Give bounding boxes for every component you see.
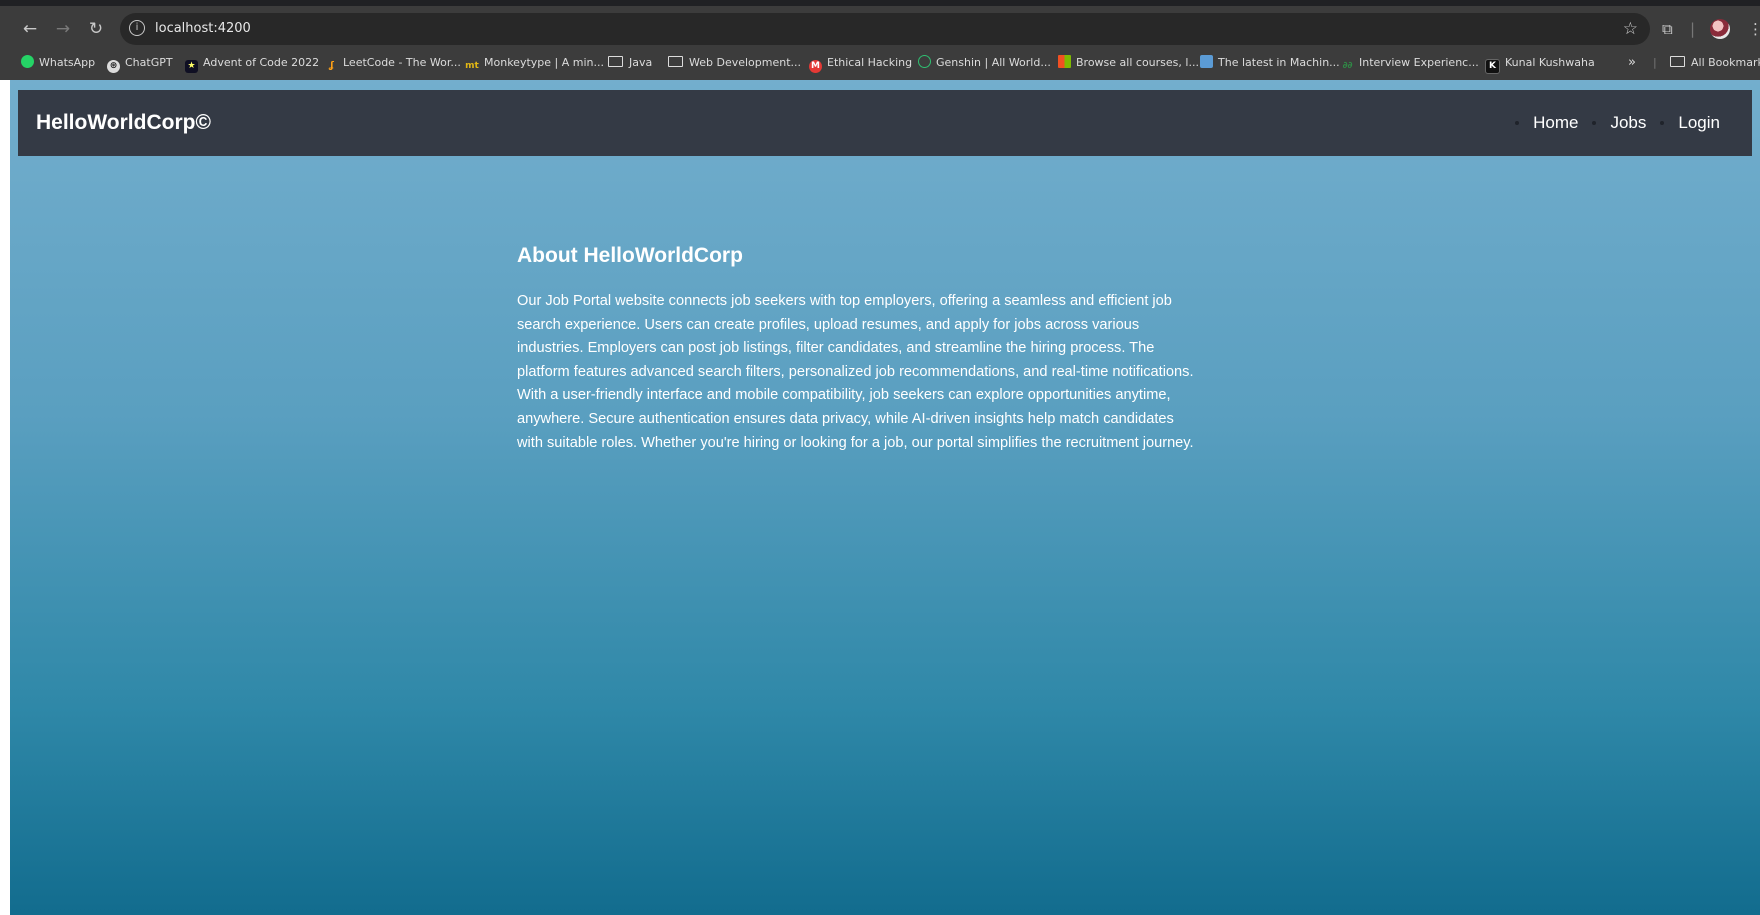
bookmark-advent-of-code[interactable]: ★ Advent of Code 2022 [185, 52, 319, 74]
bookmark-label: Interview Experienc... [1359, 56, 1479, 69]
about-line: anywhere. Secure authentication ensures … [517, 410, 1174, 427]
bookmark-whatsapp[interactable]: WhatsApp [21, 52, 95, 74]
bookmark-leetcode[interactable]: ʆ LeetCode - The Wor... [325, 52, 461, 74]
bookmark-page-icon [1200, 55, 1213, 68]
nav-link-jobs[interactable]: Jobs [1610, 90, 1646, 156]
bookmark-machine-learning[interactable]: The latest in Machin... [1200, 52, 1340, 74]
bookmark-label: Browse all courses, l... [1076, 56, 1199, 69]
nav-link-login[interactable]: Login [1678, 90, 1720, 156]
leetcode-icon: ʆ [329, 61, 334, 71]
bookmark-label: Advent of Code 2022 [203, 56, 320, 69]
profile-avatar[interactable] [1710, 19, 1730, 39]
site-navbar: HelloWorldCorp© Home Jobs Login [18, 90, 1752, 156]
nav-links: Home Jobs Login [1501, 90, 1720, 156]
chatgpt-icon: ⊛ [107, 60, 120, 73]
bookmark-label: WhatsApp [39, 56, 96, 69]
browser-toolbar: ← → ↻ i localhost:4200 ☆ ⧉ | ⋮ [0, 10, 1760, 48]
about-line: platform features advanced search filter… [517, 363, 1194, 380]
microsoft-icon [1058, 55, 1071, 68]
about-line: search experience. Users can create prof… [517, 316, 1140, 333]
forward-icon[interactable]: → [48, 10, 78, 48]
ethical-hacking-icon: M [809, 60, 822, 73]
extensions-icon[interactable]: ⧉ [1662, 10, 1673, 48]
back-icon[interactable]: ← [15, 10, 45, 48]
folder-icon [1670, 56, 1685, 67]
tab-strip [0, 0, 1760, 6]
toolbar-divider: | [1690, 20, 1696, 38]
monkeytype-icon: mt [465, 61, 479, 71]
bookmarks-divider: | [1653, 56, 1657, 69]
bookmark-label: LeetCode - The Wor... [343, 56, 461, 69]
site-info-icon[interactable]: i [129, 20, 145, 36]
nav-bullet [1592, 121, 1597, 125]
bookmark-ethical-hacking[interactable]: M Ethical Hacking [809, 52, 912, 74]
gfg-icon: ∂∂ [1342, 61, 1353, 71]
about-line: with suitable roles. Whether you're hiri… [517, 434, 1194, 451]
all-bookmarks-button[interactable]: All Bookmarks [1670, 52, 1760, 74]
about-line: Our Job Portal website connects job seek… [517, 293, 1172, 309]
nav-link-home[interactable]: Home [1533, 90, 1578, 156]
bookmark-label: Kunal Kushwaha [1505, 56, 1595, 69]
bookmark-label: Web Development... [689, 56, 802, 69]
bookmark-label: Ethical Hacking [827, 56, 913, 69]
about-line: industries. Employers can post job listi… [517, 340, 1155, 357]
address-bar[interactable]: i localhost:4200 ☆ [120, 13, 1650, 45]
k-icon: K [1485, 59, 1500, 74]
page-content: HelloWorldCorp© Home Jobs Login About He… [10, 80, 1760, 915]
menu-kebab-icon[interactable]: ⋮ [1748, 10, 1760, 48]
folder-icon [668, 56, 683, 67]
bookmark-label: The latest in Machin... [1218, 56, 1340, 69]
bookmark-label: Genshin | All World... [936, 56, 1051, 69]
bookmarks-bar: WhatsApp ⊛ ChatGPT ★ Advent of Code 2022 ʆ… [0, 52, 1760, 74]
bookmark-label: Monkeytype | A min... [484, 56, 604, 69]
about-section: About HelloWorldCorp Our Job Portal webs… [517, 243, 1257, 455]
bookmarks-overflow-button[interactable]: » [1628, 52, 1636, 74]
bookmark-folder-web-development[interactable]: Web Development... [668, 52, 801, 74]
bookmark-star-icon[interactable]: ☆ [1623, 13, 1638, 45]
all-bookmarks-label: All Bookmarks [1691, 56, 1760, 69]
bookmark-kunal-kushwaha[interactable]: K Kunal Kushwaha [1485, 52, 1595, 74]
bookmark-browse-courses[interactable]: Browse all courses, l... [1058, 52, 1199, 74]
star-icon: ★ [185, 60, 198, 73]
about-description: Our Job Portal website connects job seek… [517, 290, 1257, 455]
nav-bullet [1515, 121, 1520, 125]
nav-bullet [1660, 121, 1665, 125]
about-line: With a user-friendly interface and mobil… [517, 387, 1171, 404]
url-text[interactable]: localhost:4200 [155, 13, 251, 45]
reload-icon[interactable]: ↻ [81, 10, 111, 48]
about-title: About HelloWorldCorp [517, 244, 743, 267]
folder-icon [608, 56, 623, 67]
bookmark-interview-experience[interactable]: ∂∂ Interview Experienc... [1341, 52, 1479, 74]
bookmark-genshin[interactable]: Genshin | All World... [918, 52, 1051, 74]
bookmark-label: Java [629, 56, 653, 69]
bookmark-chatgpt[interactable]: ⊛ ChatGPT [107, 52, 173, 74]
browser-chrome: ← → ↻ i localhost:4200 ☆ ⧉ | ⋮ WhatsApp … [0, 0, 1760, 80]
bookmark-folder-java[interactable]: Java [608, 52, 652, 74]
whatsapp-icon [21, 55, 34, 68]
genshin-icon [918, 55, 931, 68]
bookmark-label: ChatGPT [125, 56, 173, 69]
bookmark-monkeytype[interactable]: mt Monkeytype | A min... [465, 52, 604, 74]
brand-logo[interactable]: HelloWorldCorp© [36, 90, 211, 156]
